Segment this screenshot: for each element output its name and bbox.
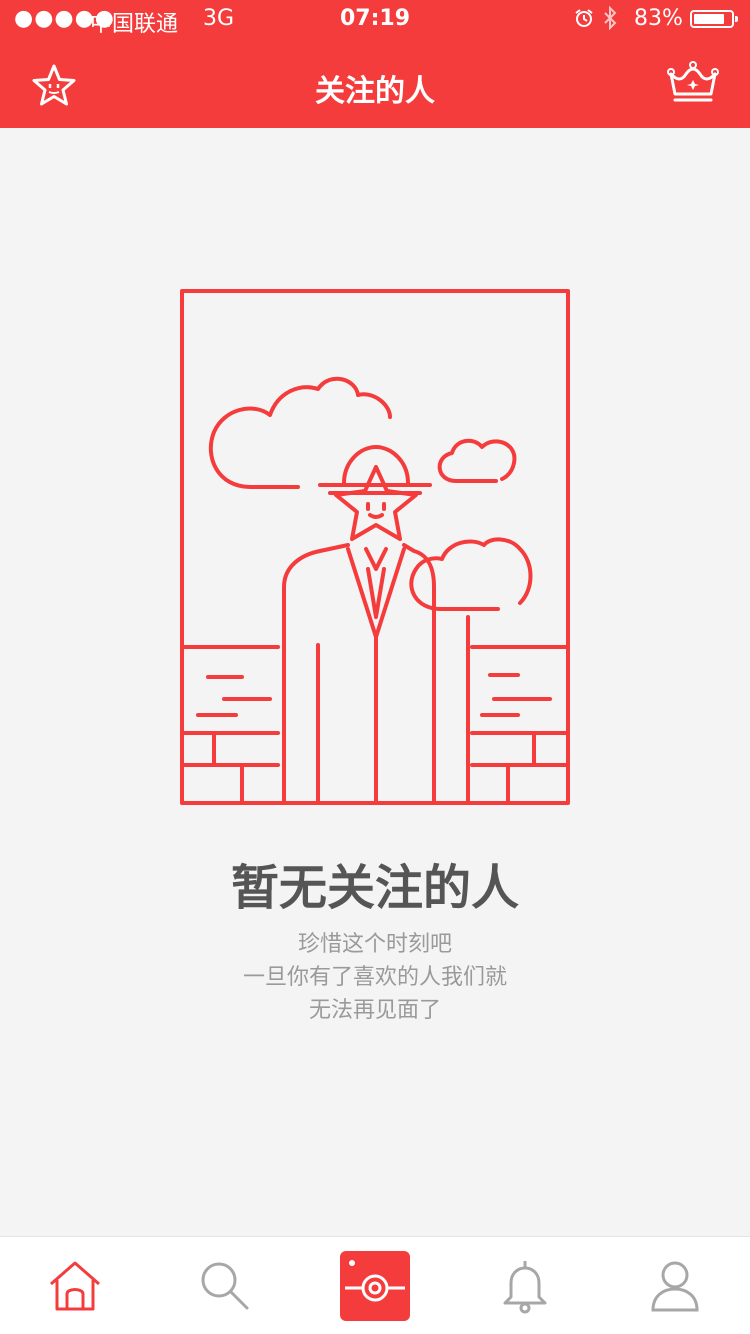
tab-profile[interactable] bbox=[600, 1237, 750, 1334]
battery-nub bbox=[735, 16, 738, 22]
tab-home[interactable] bbox=[0, 1237, 150, 1334]
bell-icon bbox=[503, 1261, 547, 1314]
empty-state-line-2: 一旦你有了喜欢的人我们就 bbox=[242, 965, 507, 990]
empty-state-illustration bbox=[178, 287, 574, 807]
tab-camera[interactable] bbox=[300, 1237, 450, 1334]
nav-bar: 关注的人 bbox=[0, 40, 750, 128]
battery-percentage: 83% bbox=[634, 6, 683, 31]
tab-bar bbox=[0, 1236, 750, 1334]
app-screen: ●●●●● 中国联通 3G 07:19 83% 关注的人 暂无关注的人 珍惜这个… bbox=[0, 0, 750, 1334]
search-icon bbox=[201, 1262, 249, 1310]
empty-state-line-3: 无法再见面了 bbox=[308, 998, 441, 1023]
crown-icon[interactable] bbox=[666, 60, 720, 108]
bluetooth-icon bbox=[602, 5, 618, 36]
status-bar: ●●●●● 中国联通 3G 07:19 83% bbox=[0, 0, 750, 40]
empty-state-line-1: 珍惜这个时刻吧 bbox=[297, 932, 452, 957]
empty-state-title: 暂无关注的人 bbox=[230, 860, 519, 916]
alarm-icon bbox=[574, 8, 594, 34]
page-title: 关注的人 bbox=[315, 74, 435, 109]
home-icon bbox=[50, 1261, 100, 1311]
tab-search[interactable] bbox=[150, 1237, 300, 1334]
battery-fill bbox=[694, 14, 724, 24]
battery-icon bbox=[690, 10, 738, 28]
top-bar: ●●●●● 中国联通 3G 07:19 83% 关注的人 bbox=[0, 0, 750, 128]
tab-notifications[interactable] bbox=[450, 1237, 600, 1334]
empty-state-description: 珍惜这个时刻吧 一旦你有了喜欢的人我们就 无法再见面了 bbox=[0, 928, 750, 1027]
camera-icon bbox=[340, 1251, 410, 1321]
profile-icon bbox=[651, 1261, 699, 1312]
